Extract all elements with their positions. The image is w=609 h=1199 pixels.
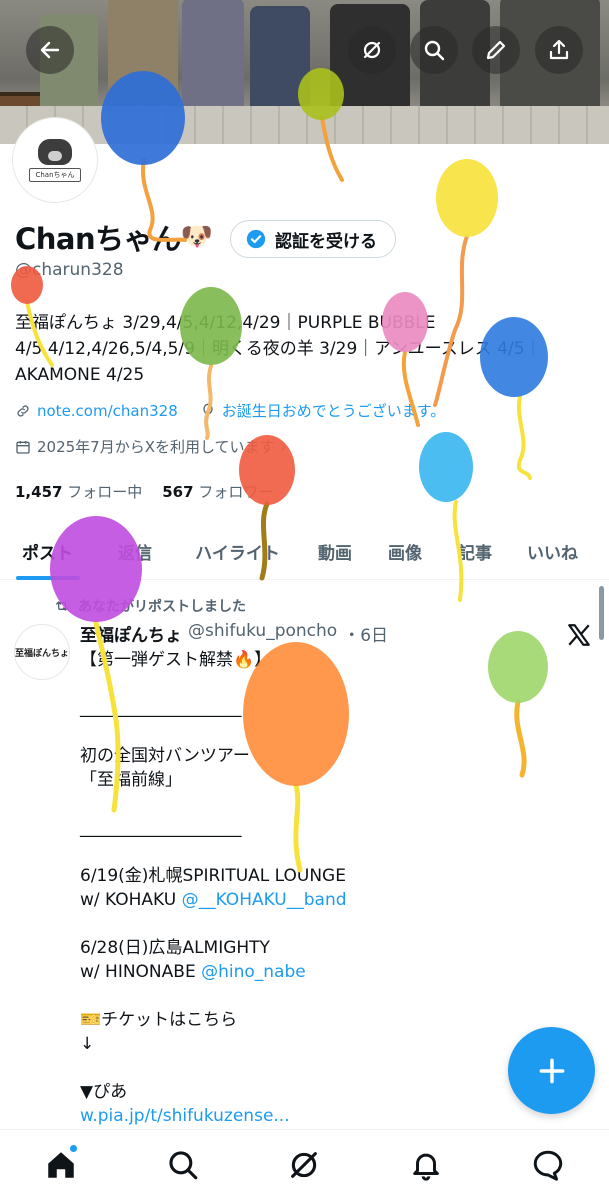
post-time[interactable]: ・6日 (343, 621, 388, 646)
nav-home[interactable] (0, 1130, 122, 1199)
nav-messages[interactable] (487, 1130, 609, 1199)
edit-button[interactable] (472, 26, 520, 74)
followers-label: フォロワー (198, 483, 274, 501)
birthday-note[interactable]: お誕生日おめでとうございます。 (200, 400, 446, 421)
profile-name: Chanちゃん 🐶 (15, 216, 213, 258)
post-line: w/ KOHAKU @__KOHAKU__band (80, 888, 580, 912)
share-icon (549, 39, 569, 60)
post-line: ___________________ (80, 818, 242, 838)
grok-icon (291, 1151, 318, 1178)
profile-meta: note.com/chan328 お誕生日おめでとうございます。 (15, 400, 445, 421)
profile-handle: @charun328 (15, 260, 124, 280)
profile-tabs: ポスト 返信 ハイライト 動画 画像 記事 いいね (0, 522, 609, 580)
post-line: 【第一弾ゲスト解禁🔥】 (80, 650, 272, 670)
post-line (80, 840, 580, 864)
display-name: Chanちゃん (15, 222, 181, 256)
nav-search[interactable] (122, 1130, 244, 1199)
post-line (80, 792, 580, 816)
joined-text: 2025年7月からXを利用しています (37, 438, 275, 456)
profile-banner[interactable] (0, 0, 609, 144)
post-author-name[interactable]: 至福ぽんちょ (80, 621, 182, 646)
repost-indicator: あなたがリポストしました (54, 596, 246, 616)
nav-grok[interactable] (244, 1130, 366, 1199)
nav-notifications[interactable] (365, 1130, 487, 1199)
tab-media[interactable]: 画像 (370, 522, 440, 580)
post-line (80, 720, 580, 744)
dog-emoji: 🐶 (180, 222, 213, 252)
edit-icon (486, 40, 506, 60)
post-line: ▼ぴあ (80, 1082, 128, 1102)
profile-link-text[interactable]: note.com/chan328 (37, 402, 178, 420)
post-line: 6/19(金)札幌SPIRITUAL LOUNGE (80, 866, 346, 886)
avatar-label: Chanちゃん (29, 167, 81, 182)
get-verified-button[interactable]: 認証を受ける (230, 220, 396, 258)
verify-label: 認証を受ける (275, 231, 377, 252)
post-line: w/ HINONABE @hino_nabe (80, 960, 580, 984)
grok-icon (363, 41, 381, 59)
notification-dot (68, 1144, 78, 1153)
post-author-handle[interactable]: @shifuku_poncho (188, 621, 337, 646)
search-button[interactable] (410, 26, 458, 74)
tab-highlights[interactable]: ハイライト (175, 522, 300, 580)
back-button[interactable] (26, 26, 74, 74)
followers-count: 567 (162, 483, 194, 501)
ticket-link[interactable]: w.pia.jp/t/shifukuzense... (80, 1104, 580, 1128)
post-line-text: w/ HINONABE (80, 962, 202, 982)
tab-likes[interactable]: いいね (510, 522, 595, 580)
balloon-icon (203, 403, 213, 418)
grok-button[interactable] (348, 26, 396, 74)
messages-icon (533, 1150, 563, 1181)
tab-videos[interactable]: 動画 (300, 522, 370, 580)
mention-kohaku[interactable]: @__KOHAKU__band (182, 890, 347, 910)
followers-stat[interactable]: 567 フォロワー (162, 481, 273, 502)
profile-avatar[interactable]: Chanちゃん (13, 118, 97, 202)
link-icon (17, 404, 29, 417)
chevron-right-icon: › (280, 437, 287, 456)
profile-bio: 至福ぽんちょ 3/29,4/5,4/12,4/29｜PURPLE BUBBLE … (15, 313, 542, 385)
mention-hinonabe[interactable]: @hino_nabe (201, 962, 306, 982)
post-line: ___________________ (80, 698, 242, 718)
bell-icon (413, 1153, 440, 1181)
dog-logo-icon (38, 138, 72, 165)
arrow-left-icon (40, 41, 60, 59)
profile-link[interactable]: note.com/chan328 (15, 402, 178, 420)
post-header: 至福ぽんちょ @shifuku_poncho ・6日 (80, 621, 388, 646)
bottom-navigation (0, 1129, 609, 1199)
post-line (80, 672, 580, 696)
share-button[interactable] (535, 26, 583, 74)
tab-posts[interactable]: ポスト (0, 522, 95, 580)
post-avatar-label: 至福ぽんちょ (15, 648, 70, 659)
post-line: 🎫チケットはこちら (80, 1010, 238, 1030)
calendar-icon (16, 440, 30, 454)
post-line: ↓ (80, 1034, 95, 1054)
post-text[interactable]: 【第一弾ゲスト解禁🔥】 ___________________ 初の全国対バンツ… (80, 648, 580, 1128)
following-label: フォロー中 (67, 483, 143, 501)
post-line-text: w/ KOHAKU (80, 890, 182, 910)
following-stat[interactable]: 1,457 フォロー中 (15, 481, 142, 502)
post-line (80, 984, 580, 1008)
repost-label: あなたがリポストしました (78, 599, 246, 615)
compose-button[interactable] (508, 1027, 595, 1114)
repost-icon (56, 601, 68, 611)
post-line: 6/28(日)広島ALMIGHTY (80, 938, 270, 958)
post-line (80, 1056, 580, 1080)
plus-icon (539, 1058, 564, 1083)
post-author-avatar[interactable]: 至福ぽんちょ (14, 624, 70, 680)
follow-stats: 1,457 フォロー中 567 フォロワー (15, 481, 273, 502)
x-logo-icon (568, 624, 590, 646)
birthday-text[interactable]: お誕生日おめでとうございます。 (222, 400, 446, 421)
search-icon (424, 40, 445, 61)
scrollbar[interactable] (599, 586, 604, 640)
post-line (80, 912, 580, 936)
post-line: 初の全国対バンツアー (80, 746, 250, 766)
tab-replies[interactable]: 返信 (95, 522, 175, 580)
verified-badge-icon (246, 229, 266, 249)
tab-articles[interactable]: 記事 (440, 522, 510, 580)
joined-info[interactable]: 2025年7月からXを利用しています › (15, 436, 287, 457)
following-count: 1,457 (15, 483, 63, 501)
search-icon (169, 1150, 197, 1179)
post-line: 「至福前線」 (80, 770, 182, 790)
